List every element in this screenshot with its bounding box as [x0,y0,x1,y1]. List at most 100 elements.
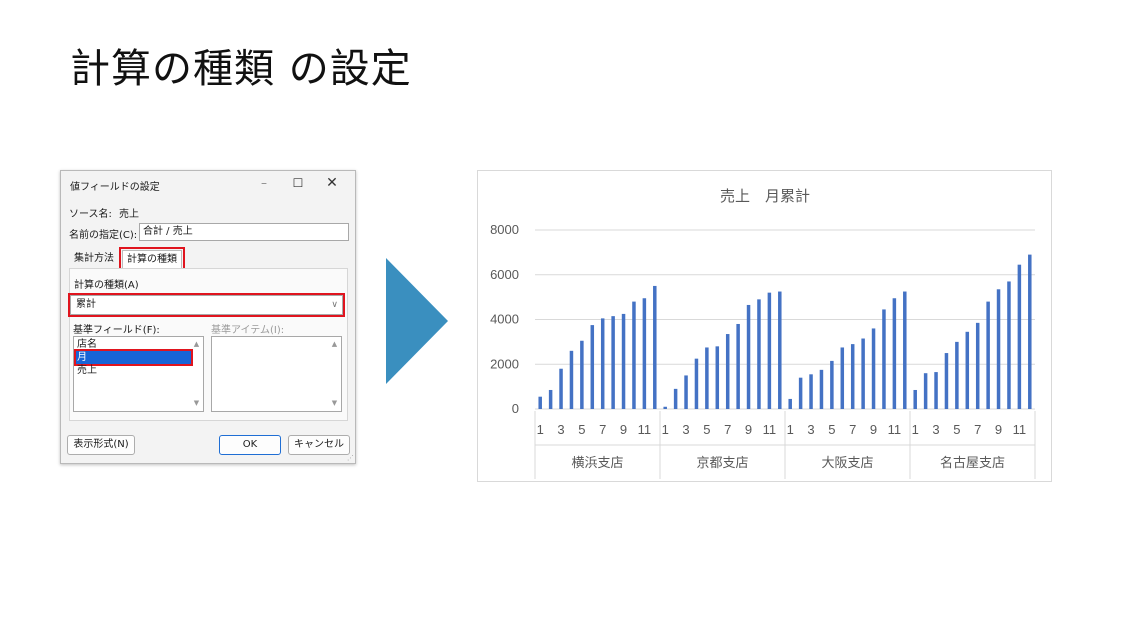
x-tick-label: 11 [763,422,777,437]
maximize-button[interactable]: ☐ [283,173,313,193]
bar [611,316,615,409]
bar [788,398,792,409]
bar [663,406,667,409]
bar [580,340,584,409]
base-field-listbox[interactable]: 店名 月 売上 ▲ ▼ [73,336,204,412]
x-tick-label: 11 [1013,422,1027,437]
bar [705,347,709,409]
slide-title: 計算の種類 の設定 [70,46,412,92]
list-item[interactable]: 店名 [76,338,97,351]
bar [975,322,980,409]
bar [767,292,772,409]
x-tick-label: 9 [995,422,1002,437]
group-label: 京都支店 [696,455,748,470]
bar [903,291,907,409]
bar [830,360,834,409]
bar [632,301,636,409]
value-field-settings-dialog: 値フィールドの設定 – ☐ ✕ ソース名: 売上 名前の指定(C): 合計 / … [60,170,356,464]
name-label: 名前の指定(C): [69,230,138,241]
x-tick-label: 5 [953,422,960,437]
scroll-down-icon[interactable]: ▼ [192,399,201,408]
y-tick-label: 0 [512,401,519,416]
x-tick-label: 3 [932,422,939,437]
x-tick-label: 9 [745,422,752,437]
cumulative-sales-chart: 売上 月累計020004000600080001 3 5 7 9 11横浜支店1 3 5 7 9 1… [490,188,1036,479]
y-tick-label: 8000 [490,222,519,237]
ok-button[interactable]: OK [219,435,281,455]
group-label: 名古屋支店 [940,455,1005,470]
bar [736,323,740,409]
dialog-titlebar[interactable]: 値フィールドの設定 – ☐ ✕ [61,171,355,195]
bar [538,396,542,409]
bar [850,344,855,409]
bar [1017,264,1022,409]
y-tick-label: 6000 [490,267,519,282]
tab-calc-type[interactable]: 計算の種類 [119,247,185,272]
x-tick-label: 3 [557,422,564,437]
bar [955,341,959,409]
dialog-title: 値フィールドの設定 [70,182,160,193]
close-button[interactable]: ✕ [317,173,347,193]
bar [986,301,990,409]
list-item-selected[interactable]: 月 [74,349,193,366]
scroll-down-icon[interactable]: ▼ [330,399,339,408]
x-tick-label: 5 [578,422,585,437]
x-tick-label: 9 [870,422,877,437]
bar [798,377,803,409]
cancel-button[interactable]: キャンセル [288,435,350,455]
y-tick-label: 4000 [490,312,519,327]
list-item[interactable]: 売上 [76,364,97,377]
bar [965,331,970,409]
bar [1028,254,1032,409]
source-label: ソース名: [69,209,112,220]
tab-summarize[interactable]: 集計方法 [70,250,118,268]
x-tick-label: 1 [787,422,794,437]
base-item-label: 基準アイテム(I): [211,325,285,336]
right-arrow-icon [386,258,448,384]
minimize-icon: – [261,176,267,190]
x-tick-label: 7 [974,422,981,437]
calc-type-label: 計算の種類(A) [74,280,139,291]
bar [934,372,938,409]
bar [1007,281,1011,409]
x-tick-label: 7 [599,422,606,437]
name-input[interactable]: 合計 / 売上 [139,223,349,241]
x-tick-label: 11 [888,422,902,437]
bar [996,289,1001,409]
scroll-up-icon[interactable]: ▲ [192,340,201,349]
group-label: 横浜支店 [571,455,623,470]
x-tick-label: 5 [828,422,835,437]
bar [882,309,886,409]
base-item-listbox[interactable]: ▲ ▼ [211,336,342,412]
bar [653,285,657,409]
scroll-up-icon[interactable]: ▲ [330,340,339,349]
x-tick-label: 11 [638,422,652,437]
bar [684,375,688,409]
group-label: 大阪支店 [821,455,873,470]
base-field-label: 基準フィールド(F): [73,325,160,336]
bar [621,313,626,409]
x-tick-label: 9 [620,422,627,437]
bar [642,298,647,409]
bar [778,291,782,409]
bar [694,358,699,409]
source-value: 売上 [119,209,139,220]
bar [913,389,917,409]
calc-type-value: 累計 [76,299,96,310]
bar [871,328,876,409]
bar [840,347,845,409]
x-tick-label: 1 [912,422,919,437]
resize-grip-icon[interactable]: ⋰ [347,454,354,462]
chart-title: 売上 月累計 [720,188,810,205]
number-format-button[interactable]: 表示形式(N) [67,435,135,455]
bar [892,298,897,409]
bar [600,318,605,409]
bar [923,373,928,409]
bar [809,374,813,409]
bar [819,369,824,409]
calc-type-select[interactable]: 累計 ∨ [68,293,345,317]
x-tick-label: 3 [682,422,689,437]
bar [746,304,751,409]
bar [559,368,563,409]
y-tick-label: 2000 [490,356,519,371]
